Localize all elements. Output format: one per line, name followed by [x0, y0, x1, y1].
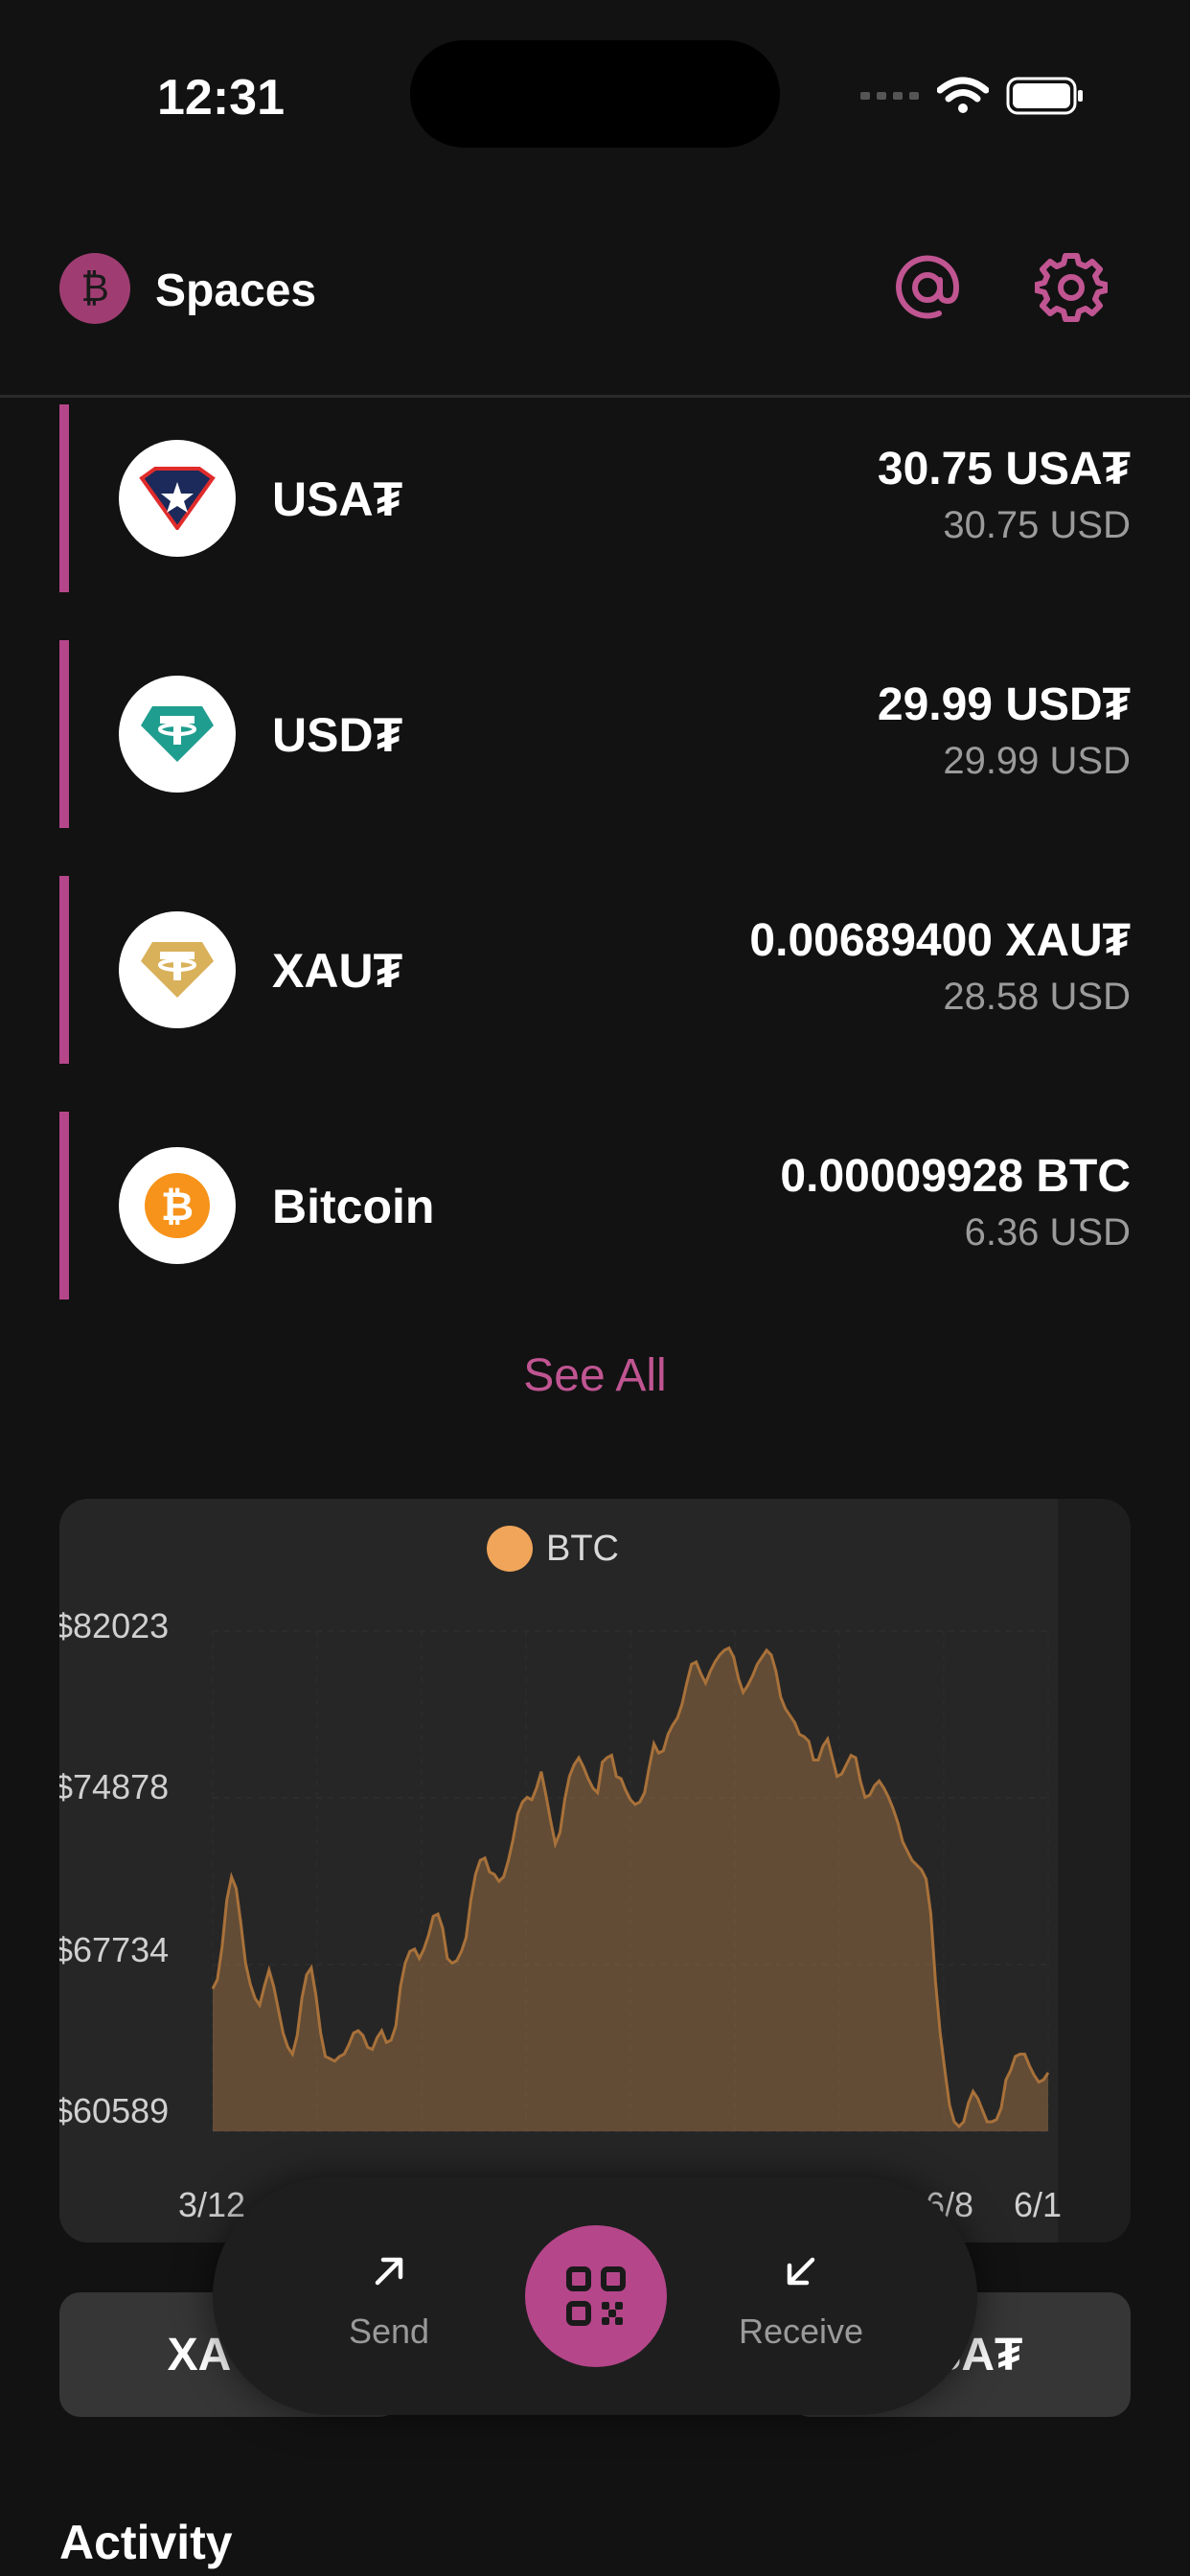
spaces-logo[interactable]: ₿ [59, 253, 130, 324]
y-tick-label: $67734 [59, 1930, 170, 1969]
qr-scan-button[interactable] [525, 2225, 667, 2367]
asset-amount: 0.00009928 BTC [780, 1151, 1131, 1202]
asset-row-xaut[interactable]: XAU₮ 0.00689400 XAU₮ 28.58 USD [59, 876, 1131, 1064]
usat-icon [119, 440, 236, 557]
y-tick-label: $60589 [59, 2091, 170, 2130]
asset-row-bitcoin[interactable]: ₿ Bitcoin 0.00009928 BTC 6.36 USD [59, 1112, 1131, 1300]
svg-text:₿: ₿ [161, 1183, 194, 1230]
y-tick-label: $74878 [59, 1767, 170, 1806]
send-button[interactable]: Send [293, 2177, 485, 2415]
receive-button[interactable]: Receive [705, 2177, 897, 2415]
gear-icon[interactable] [1035, 251, 1108, 324]
see-all-link[interactable]: See All [0, 1349, 1190, 1402]
tether-icon [119, 676, 236, 793]
qr-code-icon [566, 2266, 626, 2326]
header-divider [0, 395, 1190, 398]
status-icons [860, 75, 1085, 117]
receive-label: Receive [738, 2312, 864, 2351]
wifi-icon [937, 77, 989, 113]
asset-usd-value: 29.99 USD [943, 740, 1131, 782]
x-tick-label: 3/12 [178, 2185, 246, 2224]
action-bar: Send Receive [213, 2177, 977, 2415]
page-title: Spaces [155, 265, 317, 316]
dynamic-island [410, 40, 780, 148]
asset-name: USD₮ [272, 708, 403, 762]
arrow-up-right-icon [375, 2257, 403, 2286]
y-tick-label: $82023 [59, 1606, 170, 1645]
asset-usd-value: 6.36 USD [964, 1211, 1131, 1254]
at-icon[interactable] [891, 251, 964, 324]
bitcoin-icon: ₿ [119, 1147, 236, 1264]
asset-usd-value: 30.75 USD [943, 504, 1131, 546]
cellular-signal-icon [860, 92, 919, 100]
send-label: Send [348, 2312, 430, 2351]
row-accent-bar [59, 404, 69, 592]
battery-icon [1006, 77, 1083, 115]
asset-usd-value: 28.58 USD [943, 976, 1131, 1018]
activity-heading: Activity [59, 2516, 233, 2569]
asset-name: XAU₮ [272, 944, 403, 998]
asset-name: USA₮ [272, 472, 403, 526]
asset-amount: 0.00689400 XAU₮ [749, 915, 1131, 966]
price-chart-card: BTC $82023 $74878 $67734 $60589 [59, 1499, 1131, 2242]
asset-amount: 30.75 USA₮ [877, 444, 1131, 494]
x-tick-label: 6/1 [1014, 2185, 1063, 2224]
arrow-down-left-icon [787, 2257, 815, 2286]
tether-gold-icon [119, 911, 236, 1028]
row-accent-bar [59, 1112, 69, 1300]
row-accent-bar [59, 876, 69, 1064]
status-time: 12:31 [157, 70, 285, 126]
asset-name: Bitcoin [272, 1180, 435, 1233]
price-chart [211, 1630, 1050, 2132]
asset-row-usdt[interactable]: USD₮ 29.99 USD₮ 29.99 USD [59, 640, 1131, 828]
bitcoin-symbol: ₿ [80, 266, 109, 310]
row-accent-bar [59, 640, 69, 828]
asset-row-usat[interactable]: USA₮ 30.75 USA₮ 30.75 USD [59, 404, 1131, 592]
asset-amount: 29.99 USD₮ [877, 679, 1131, 730]
